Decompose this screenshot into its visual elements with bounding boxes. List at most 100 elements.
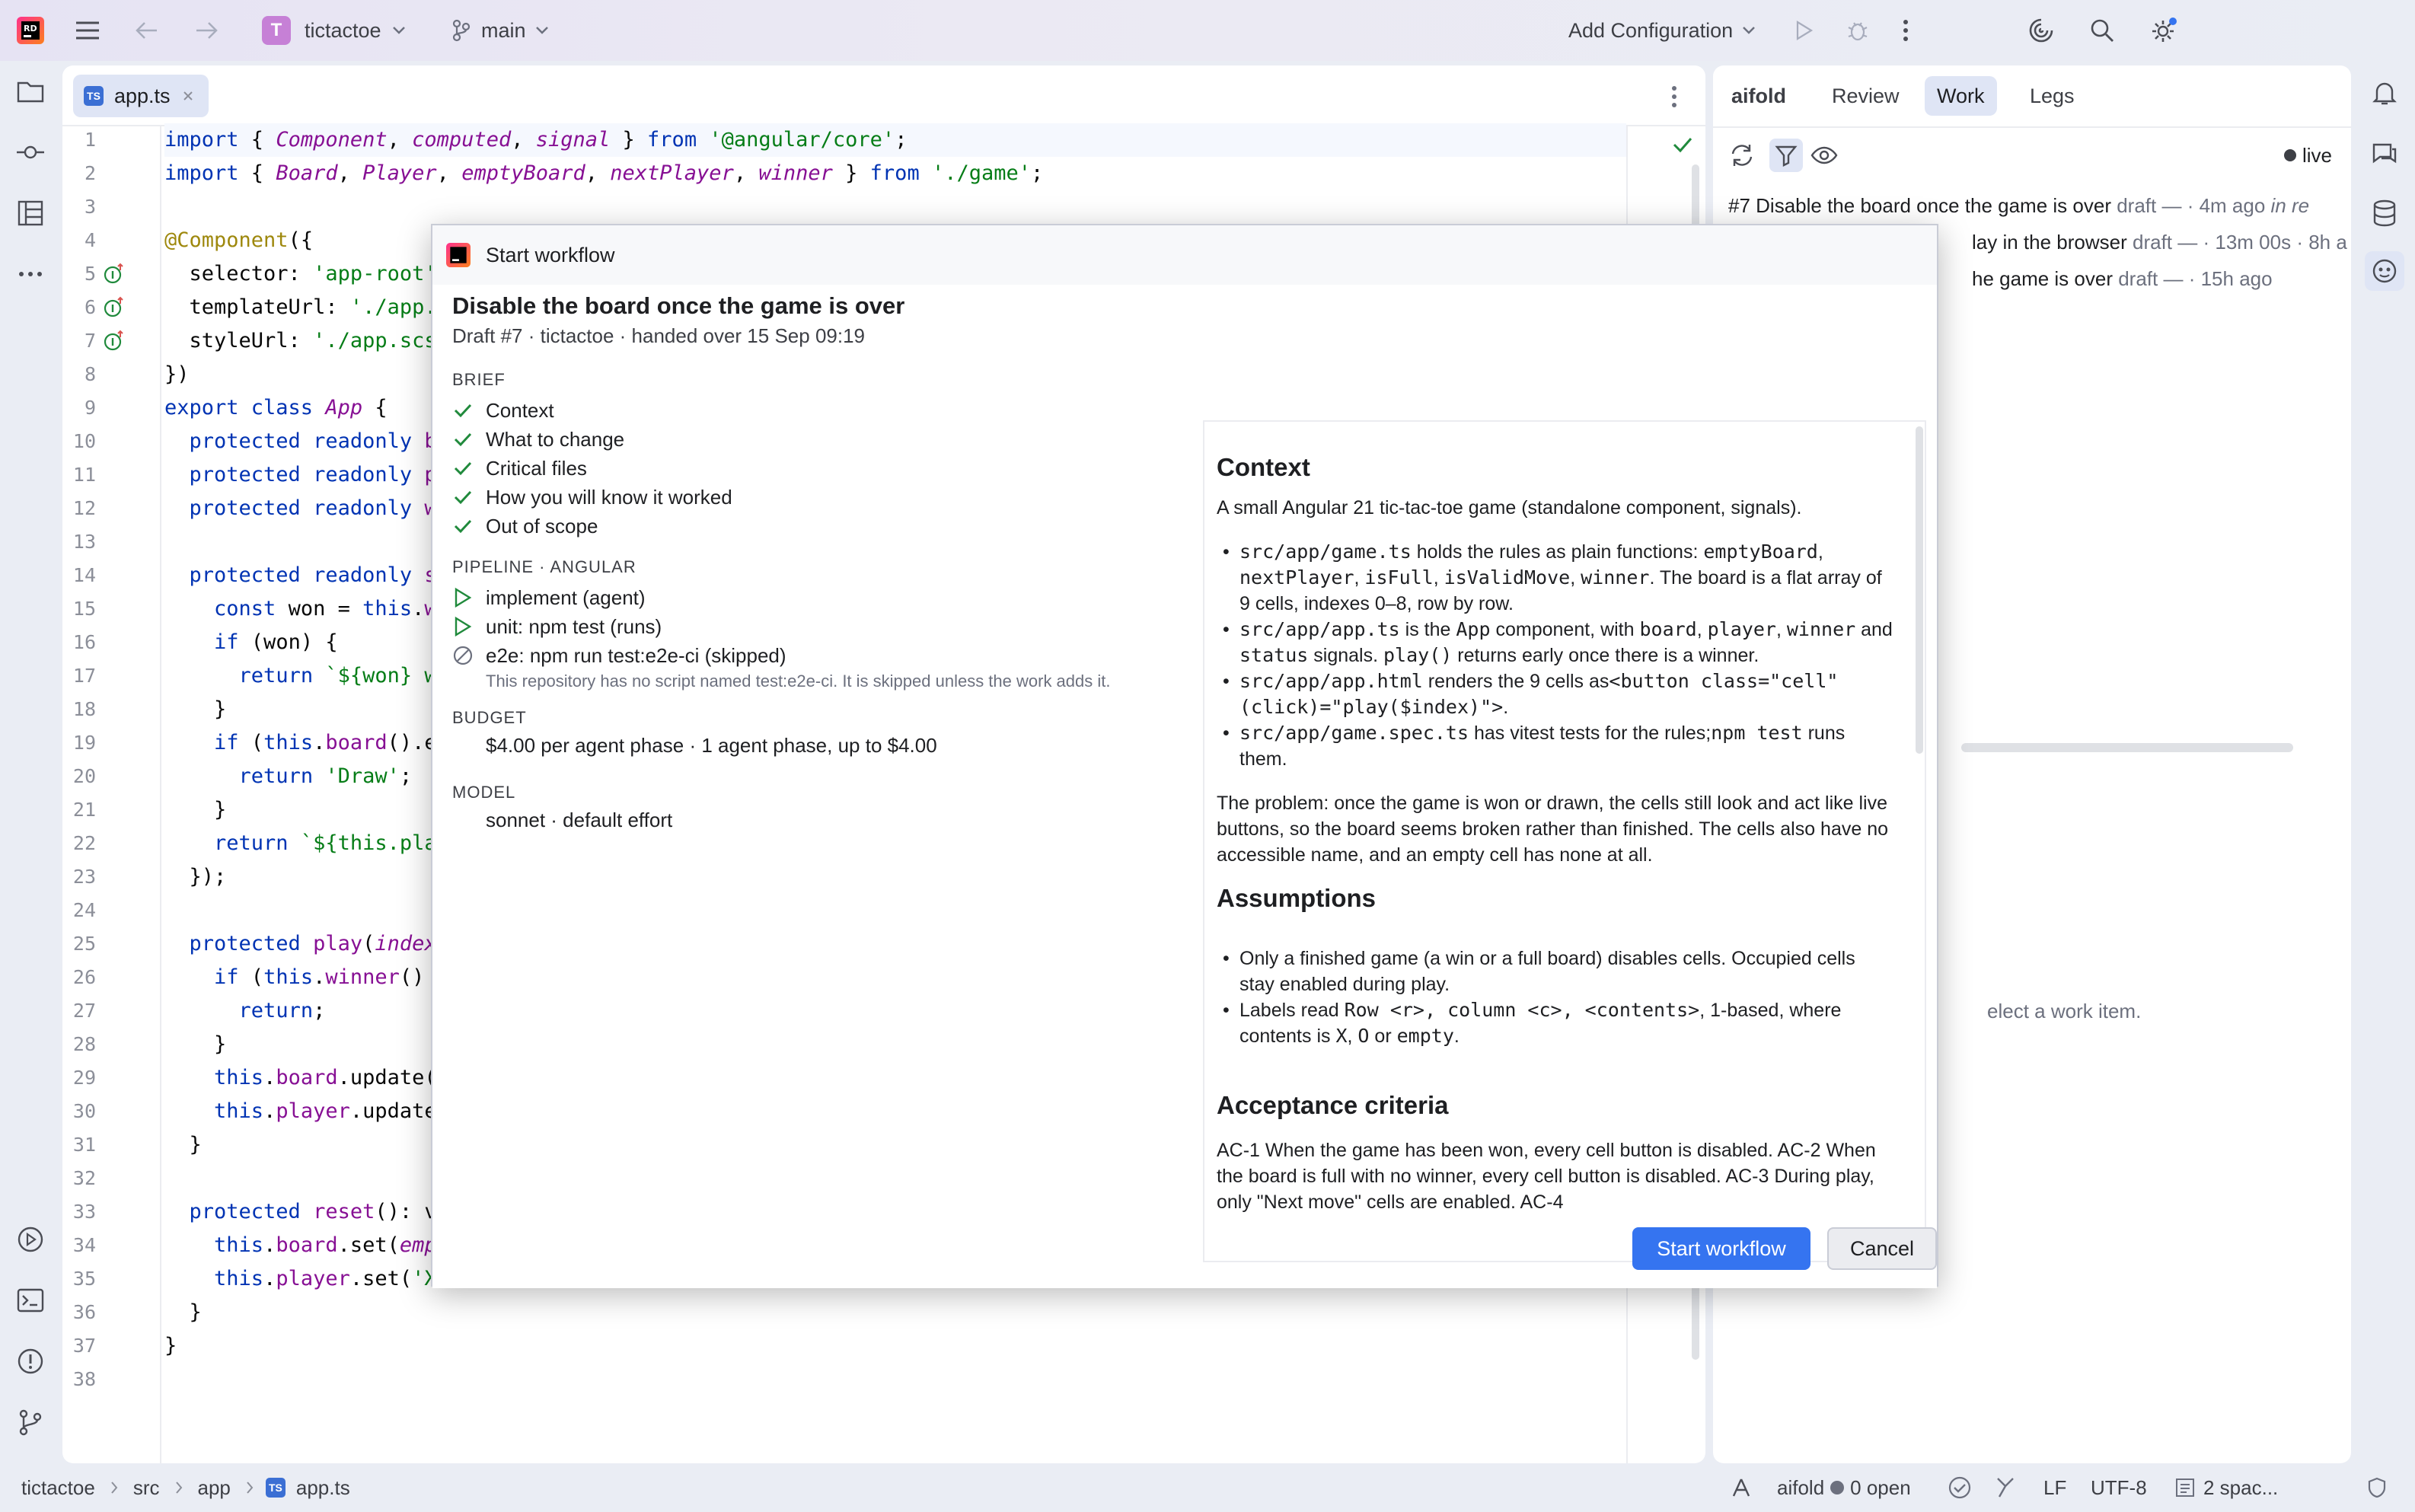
- code-line: }: [164, 1032, 227, 1056]
- pipeline-label: PIPELINE · ANGULAR: [452, 557, 636, 576]
- start-workflow-button[interactable]: Start workflow: [1632, 1227, 1810, 1270]
- inspection-check-icon[interactable]: [1948, 1463, 1972, 1512]
- tab-review[interactable]: Review: [1820, 76, 1912, 116]
- chevron-down-icon: [1742, 26, 1756, 35]
- live-label: live: [2302, 143, 2333, 167]
- commit-icon[interactable]: [15, 137, 46, 167]
- horizontal-scrollbar[interactable]: [1961, 743, 2293, 752]
- implements-marker-icon[interactable]: [104, 263, 126, 285]
- eye-icon[interactable]: [1810, 142, 1838, 169]
- line-number: 24: [72, 899, 96, 921]
- run-config-selector[interactable]: Add Configuration: [1568, 0, 1756, 61]
- indent-setting[interactable]: 2 spac...: [2174, 1463, 2278, 1512]
- main-menu-icon[interactable]: [75, 0, 100, 61]
- tab-work[interactable]: Work: [1925, 76, 1997, 116]
- code-line: if (this.winner(): [214, 965, 425, 989]
- work-item-2[interactable]: lay in the browser draft — · 13m 00s · 8…: [1972, 224, 2347, 260]
- line-number: 10: [72, 430, 96, 452]
- pipeline-step-e2e: e2e: npm run test:e2e-ci (skipped): [452, 641, 786, 670]
- forward-icon[interactable]: [193, 0, 219, 61]
- code-line: selector: 'app-root',: [164, 262, 449, 285]
- implements-marker-icon[interactable]: [104, 296, 126, 319]
- skipped-icon: [452, 645, 474, 666]
- line-number: 34: [72, 1234, 96, 1256]
- code-line: if (won) {: [214, 630, 338, 654]
- ai-status-icon[interactable]: [1730, 1463, 1753, 1512]
- chevron-right-icon: [175, 1481, 183, 1494]
- line-number: 16: [72, 631, 96, 653]
- model-value: sonnet · default effort: [486, 809, 673, 831]
- ai-assistant-icon[interactable]: [2027, 0, 2056, 61]
- filter-icon[interactable]: [1769, 139, 1803, 172]
- cancel-button[interactable]: Cancel: [1827, 1227, 1937, 1270]
- implements-marker-icon[interactable]: [104, 330, 126, 352]
- breadcrumb-file[interactable]: app.ts: [296, 1476, 350, 1500]
- problems-icon[interactable]: [15, 1346, 46, 1376]
- aifold-status[interactable]: aifold 0 open: [1777, 1463, 1911, 1512]
- dialog-title-bar[interactable]: Start workflow: [432, 225, 1937, 285]
- breadcrumb-app[interactable]: app: [198, 1476, 231, 1500]
- project-badge: T: [262, 16, 291, 45]
- line-number: 28: [72, 1033, 96, 1055]
- dialog-title: Start workflow: [486, 243, 615, 266]
- breadcrumb-project[interactable]: tictactoe: [21, 1476, 95, 1500]
- aifold-tool-icon[interactable]: [2365, 251, 2404, 291]
- doc-scrollbar[interactable]: [1916, 426, 1923, 754]
- run-icon[interactable]: [1792, 0, 1815, 61]
- more-tools-icon[interactable]: [15, 259, 46, 289]
- project-folder-icon[interactable]: [15, 76, 46, 107]
- check-icon: [452, 402, 474, 419]
- doc-context-paragraph: A small Angular 21 tic-tac-toe game (sta…: [1217, 497, 1802, 518]
- start-workflow-dialog: Start workflow Disable the board once th…: [431, 224, 1938, 1288]
- typescript-service-icon[interactable]: [1995, 1463, 2016, 1512]
- branch-name: main: [481, 18, 526, 42]
- tab-aifold[interactable]: aifold: [1719, 76, 1798, 116]
- doc-context-list: src/app/game.ts holds the rules as plain…: [1217, 539, 1894, 772]
- project-selector[interactable]: T tictactoe: [262, 0, 406, 61]
- doc-list-item: Only a finished game (a win or a full bo…: [1217, 946, 1894, 997]
- file-tab-app-ts[interactable]: TS app.ts: [73, 75, 209, 117]
- refresh-icon[interactable]: [1728, 142, 1756, 169]
- tab-legs[interactable]: Legs: [2018, 76, 2087, 116]
- structure-icon[interactable]: [15, 198, 46, 228]
- brief-document-viewer[interactable]: Context A small Angular 21 tic-tac-toe g…: [1203, 420, 1926, 1262]
- shield-icon[interactable]: [2366, 1463, 2388, 1512]
- code-line: }: [164, 798, 227, 821]
- code-line: @Component({: [164, 228, 314, 252]
- git-icon[interactable]: [15, 1407, 46, 1437]
- database-icon[interactable]: [2369, 198, 2400, 228]
- status-dot: [1830, 1481, 1845, 1494]
- search-icon[interactable]: [2089, 0, 2115, 61]
- work-item-3[interactable]: he game is over draft — · 15h ago: [1972, 260, 2273, 297]
- code-line: });: [164, 865, 227, 888]
- doc-list-item: src/app/game.ts holds the rules as plain…: [1217, 539, 1894, 617]
- code-line: export class App {: [164, 396, 388, 419]
- close-icon[interactable]: [183, 91, 193, 101]
- line-number: 1: [84, 129, 96, 151]
- more-actions-icon[interactable]: [1902, 0, 1909, 61]
- live-indicator: live: [2284, 142, 2332, 169]
- line-number: 14: [72, 564, 96, 586]
- work-item-7[interactable]: #7 Disable the board once the game is ov…: [1728, 187, 2309, 224]
- terminal-icon[interactable]: [15, 1285, 46, 1316]
- code-line: return;: [238, 999, 326, 1022]
- debug-icon[interactable]: [1846, 0, 1870, 61]
- breadcrumb-src[interactable]: src: [133, 1476, 160, 1500]
- back-icon[interactable]: [134, 0, 160, 61]
- settings-gear-icon[interactable]: [2149, 0, 2179, 61]
- model-label: MODEL: [452, 783, 516, 802]
- notifications-bell-icon[interactable]: [2369, 78, 2400, 108]
- line-number: 31: [72, 1134, 96, 1156]
- doc-list-item: src/app/app.html renders the 9 cells as<…: [1217, 668, 1894, 720]
- services-icon[interactable]: [15, 1224, 46, 1255]
- ai-chat-icon[interactable]: [2369, 139, 2400, 169]
- brief-label: BRIEF: [452, 370, 506, 389]
- app-logo-icon[interactable]: RD: [17, 0, 44, 61]
- line-number: 18: [72, 698, 96, 720]
- editor-more-icon[interactable]: [1670, 85, 1678, 108]
- file-encoding[interactable]: UTF-8: [2091, 1463, 2147, 1512]
- indent-icon: [2174, 1477, 2196, 1498]
- branch-selector[interactable]: main: [452, 0, 549, 61]
- line-separator[interactable]: LF: [2043, 1463, 2066, 1512]
- code-line: }: [164, 697, 227, 721]
